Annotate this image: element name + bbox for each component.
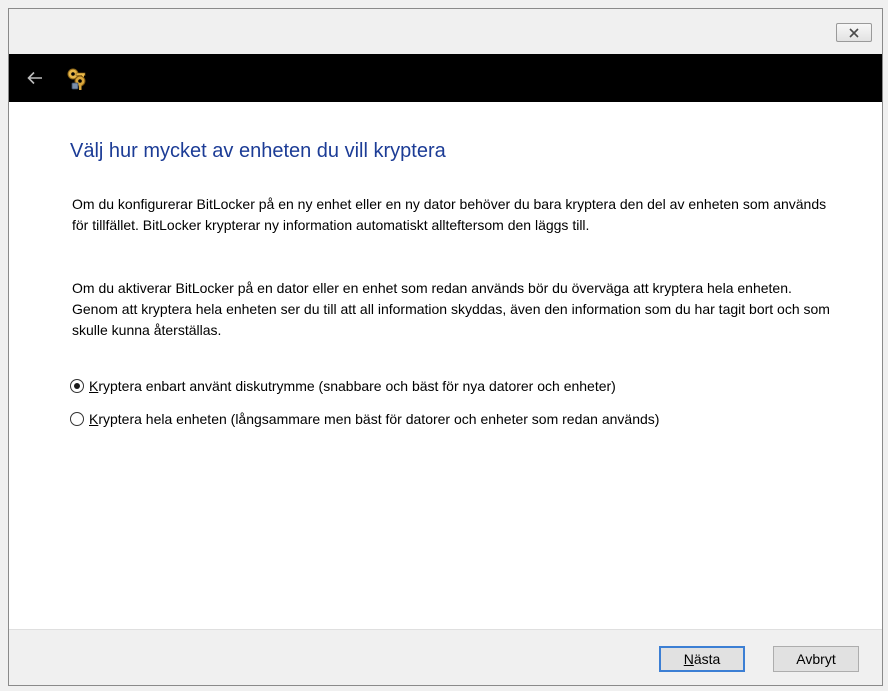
option-entire-drive-accel: K bbox=[89, 411, 99, 427]
option-used-space-text: ryptera enbart använt diskutrymme (snabb… bbox=[98, 378, 616, 394]
next-button[interactable]: Nästa bbox=[659, 646, 745, 672]
option-encrypt-used-space[interactable]: Kryptera enbart använt diskutrymme (snab… bbox=[70, 375, 616, 397]
back-arrow-icon bbox=[27, 71, 42, 85]
bitlocker-keys-icon bbox=[67, 68, 86, 90]
option-entire-drive-text: ryptera hela enheten (långsammare men bä… bbox=[98, 411, 660, 427]
bitlocker-wizard-window: Välj hur mycket av enheten du vill krypt… bbox=[8, 8, 883, 686]
option-encrypt-entire-drive[interactable]: Kryptera hela enheten (långsammare men b… bbox=[70, 408, 659, 430]
title-bar bbox=[9, 9, 882, 54]
close-icon bbox=[849, 27, 859, 38]
next-button-accel: N bbox=[683, 651, 694, 667]
wizard-content: Välj hur mycket av enheten du vill krypt… bbox=[9, 102, 882, 632]
option-used-space-label: Kryptera enbart använt diskutrymme (snab… bbox=[89, 378, 616, 394]
page-heading: Välj hur mycket av enheten du vill krypt… bbox=[70, 140, 446, 162]
cancel-button[interactable]: Avbryt bbox=[773, 646, 859, 672]
description-new-drive: Om du konfigurerar BitLocker på en ny en… bbox=[72, 196, 827, 233]
next-button-text: ästa bbox=[693, 651, 721, 667]
radio-used-space[interactable] bbox=[70, 379, 84, 393]
back-button[interactable] bbox=[23, 66, 47, 90]
description-existing-drive: Om du aktiverar BitLocker på en dator el… bbox=[72, 280, 830, 338]
option-used-space-accel: K bbox=[89, 378, 99, 394]
radio-selected-dot bbox=[74, 383, 80, 389]
option-entire-drive-label: Kryptera hela enheten (långsammare men b… bbox=[89, 411, 659, 427]
wizard-footer: Nästa Avbryt bbox=[9, 629, 882, 685]
navigation-bar bbox=[9, 54, 882, 102]
close-button[interactable] bbox=[836, 23, 872, 42]
radio-entire-drive[interactable] bbox=[70, 412, 84, 426]
